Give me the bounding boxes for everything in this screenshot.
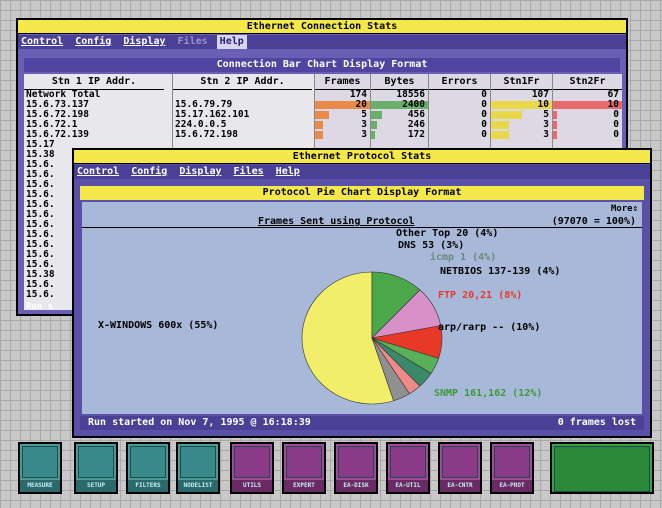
errors-cell: 0 (481, 129, 487, 140)
display-format-title: Protocol Pie Chart Display Format (80, 186, 644, 200)
bar-fill (371, 101, 428, 109)
menu-display[interactable]: Display (120, 35, 168, 49)
expert-button[interactable]: EXPERT (282, 442, 326, 494)
measure-button[interactable]: MEASURE (18, 442, 62, 494)
stn2fr-cell: 0 (553, 120, 622, 130)
counter-icon (442, 446, 478, 478)
bar-fill (553, 101, 622, 109)
ea-cntr-button[interactable]: EA-CNTR (438, 442, 482, 494)
frames-header: Frames (315, 74, 370, 90)
stn1fr-cell: 3 (491, 130, 552, 140)
stn1-header: Stn 1 IP Addr. (24, 74, 164, 90)
pie-chart-panel: More⇕ Frames Sent using Protocol (97070 … (82, 202, 642, 414)
window-controls[interactable] (550, 442, 654, 494)
ea-disk-button[interactable]: EA-DISK (334, 442, 378, 494)
stn1fr-header: Stn1Fr (491, 74, 552, 90)
nodes-icon (180, 446, 216, 478)
bar-fill (553, 131, 558, 139)
menu-control[interactable]: Control (74, 165, 122, 179)
expert-icon (286, 446, 322, 478)
nodelist-button[interactable]: NODELIST (176, 442, 220, 494)
nodelist-label: NODELIST (178, 480, 218, 492)
bar-fill (553, 111, 558, 119)
ea-util-label: EA-UTIL (388, 480, 428, 492)
bar-fill (491, 121, 510, 129)
controls-icon (554, 446, 650, 492)
errors-header: Errors (429, 74, 490, 90)
measure-label: MEASURE (20, 480, 60, 492)
menu-files[interactable]: Files (175, 35, 211, 49)
tx-icon (234, 446, 270, 478)
setup-label: SETUP (76, 480, 116, 492)
pie-label: Other Top 20 (4%) (396, 228, 499, 239)
menu-config[interactable]: Config (72, 35, 114, 49)
bar-fill (491, 101, 552, 109)
bar-fill (371, 131, 376, 139)
utils-button[interactable]: UTILS (230, 442, 274, 494)
status-bar: Run started on Nov 7, 1995 @ 16:18:39 0 … (80, 416, 644, 430)
util-icon (390, 446, 426, 478)
pie-label: FTP 20,21 (8%) (438, 290, 523, 301)
setup-button[interactable]: SETUP (74, 442, 118, 494)
ea-cntr-label: EA-CNTR (440, 480, 480, 492)
bar-fill (553, 121, 558, 129)
ea-util-button[interactable]: EA-UTIL (386, 442, 430, 494)
expert-label: EXPERT (284, 480, 324, 492)
pie-label: DNS 53 (3%) (398, 240, 465, 251)
ea-prot-label: EA-PROT (492, 480, 532, 492)
ea-prot-button[interactable]: EA-PROT (490, 442, 534, 494)
menu-files[interactable]: Files (231, 165, 267, 179)
stn2-cell: 15.6.72.198 (175, 129, 238, 140)
bar-fill (491, 131, 510, 139)
menu-help[interactable]: Help (273, 165, 303, 179)
bar-fill (315, 121, 324, 129)
monitor-icon (22, 446, 58, 478)
frames-cell: 3 (315, 130, 370, 140)
menu-help[interactable]: Help (216, 35, 247, 49)
protocol-stats-window[interactable]: Ethernet Protocol Stats Control Config D… (72, 148, 652, 438)
bar-fill (371, 111, 382, 119)
protocol-pie-chart (301, 271, 443, 405)
filter-icon (130, 446, 166, 478)
frames-lost: 0 frames lost (557, 417, 636, 428)
bytes-header: Bytes (371, 74, 428, 90)
window-title: Ethernet Connection Stats (18, 20, 626, 34)
bar-fill (315, 101, 370, 109)
menu-bar: Control Config Display Files Help (74, 165, 650, 179)
bar-fill (371, 121, 377, 129)
stn2fr-cell: 0 (553, 130, 622, 140)
run-started: Run started on Nov 7, 1995 @ 16:18:39 (88, 417, 311, 428)
pie-label: icmp 1 (4%) (430, 252, 497, 263)
bar-fill (315, 111, 329, 119)
menu-control[interactable]: Control (18, 35, 66, 49)
stn2fr-cell: 0 (553, 110, 622, 120)
pie-label: NETBIOS 137-139 (4%) (440, 266, 561, 277)
bar-fill (491, 111, 522, 119)
filters-label: FILTERS (128, 480, 168, 492)
bar-fill (315, 131, 324, 139)
tool-taskbar: MEASURE SETUP FILTERS NODELIST UTILS EXP… (18, 442, 658, 498)
ea-disk-label: EA-DISK (336, 480, 376, 492)
pie-label: X-WINDOWS 600x (55%) (98, 320, 219, 331)
magnifier-icon (338, 446, 374, 478)
bytes-cell: 172 (371, 130, 428, 140)
stn2-header: Stn 2 IP Addr. (173, 74, 312, 90)
pie-label: arp/rarp -- (10%) (438, 322, 541, 333)
display-format-title: Connection Bar Chart Display Format (24, 58, 620, 72)
pie-label: SNMP 161,162 (12%) (434, 388, 543, 399)
window-title: Ethernet Protocol Stats (74, 150, 650, 164)
protocol-icon (494, 446, 530, 478)
menu-config[interactable]: Config (128, 165, 170, 179)
run-status-truncated: Run s (26, 302, 54, 312)
stn2fr-cell: 10 (553, 100, 622, 110)
utils-label: UTILS (232, 480, 272, 492)
stn2fr-header: Stn2Fr (553, 74, 622, 90)
setup-icon (78, 446, 114, 478)
menu-bar: Control Config Display Files Help (18, 35, 626, 49)
filters-button[interactable]: FILTERS (126, 442, 170, 494)
menu-display[interactable]: Display (176, 165, 224, 179)
